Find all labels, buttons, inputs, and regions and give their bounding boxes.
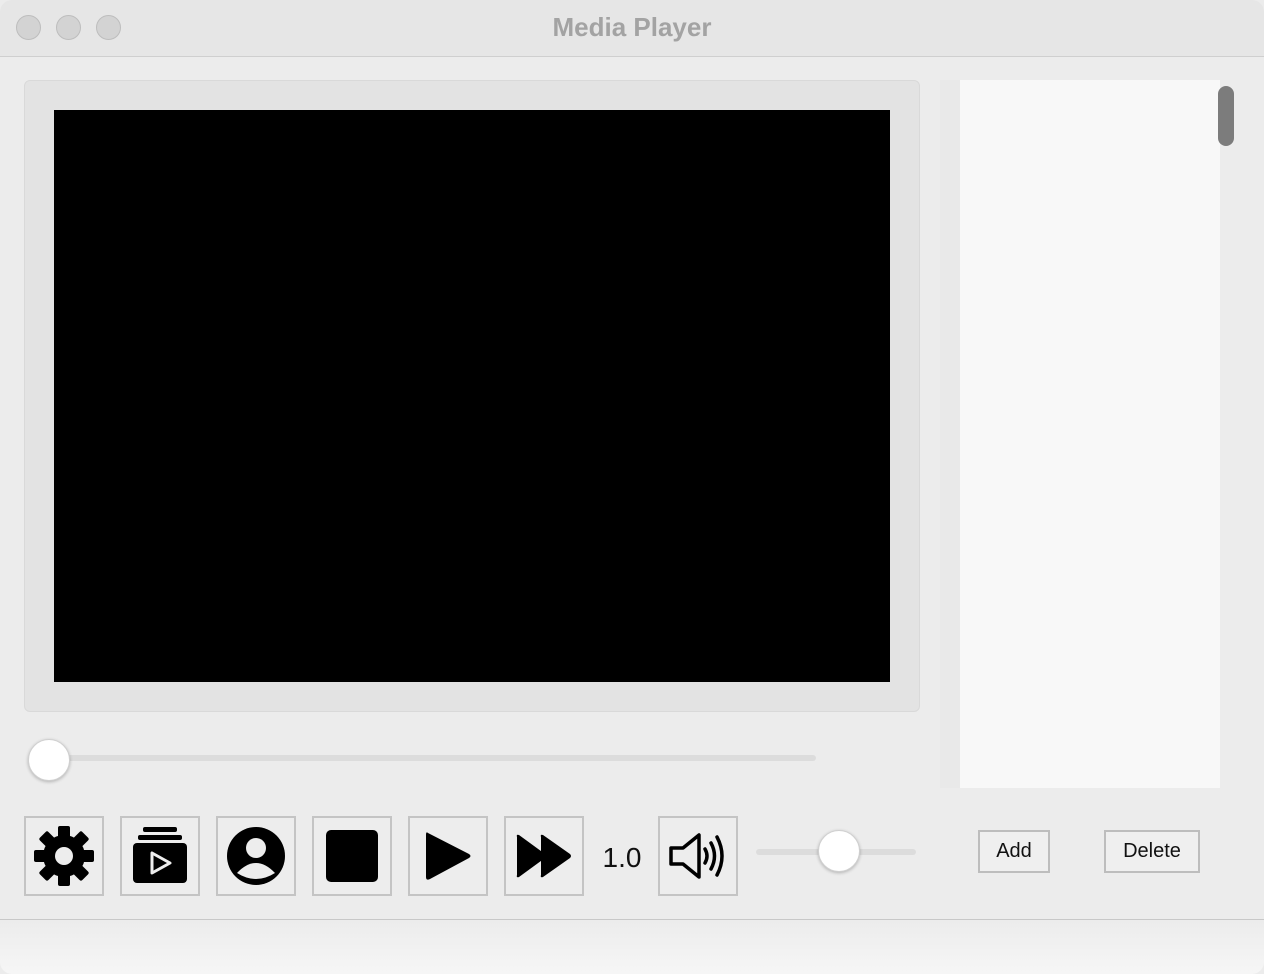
progress-slider-thumb[interactable] <box>28 739 70 781</box>
mute-button[interactable] <box>658 816 738 896</box>
profile-button[interactable] <box>216 816 296 896</box>
volume-slider-thumb[interactable] <box>818 830 860 872</box>
playlist-button[interactable] <box>120 816 200 896</box>
video-display[interactable] <box>54 110 890 682</box>
gear-icon <box>34 826 94 886</box>
play-button[interactable] <box>408 816 488 896</box>
user-circle-icon <box>227 827 285 885</box>
speaker-volume-icon <box>669 833 724 879</box>
add-button[interactable]: Add <box>978 830 1050 873</box>
status-footer <box>0 920 1264 974</box>
progress-slider-track[interactable] <box>40 755 816 761</box>
playback-speed-label: 1.0 <box>602 842 642 873</box>
title-bar: Media Player <box>0 0 1264 57</box>
delete-button[interactable]: Delete <box>1104 830 1200 873</box>
fast-forward-button[interactable] <box>504 816 584 896</box>
playlist-video-icon <box>133 827 187 883</box>
play-icon <box>426 832 471 880</box>
playlist-list[interactable] <box>960 80 1220 788</box>
window-title: Media Player <box>552 12 712 42</box>
media-player-window: Media Player 1.0 Add Delete <box>0 0 1264 974</box>
stop-icon <box>326 830 378 882</box>
playlist-gutter <box>940 80 960 788</box>
settings-button[interactable] <box>24 816 104 896</box>
stop-button[interactable] <box>312 816 392 896</box>
fast-forward-icon <box>516 834 571 878</box>
playlist-scrollbar-thumb[interactable] <box>1218 86 1234 146</box>
